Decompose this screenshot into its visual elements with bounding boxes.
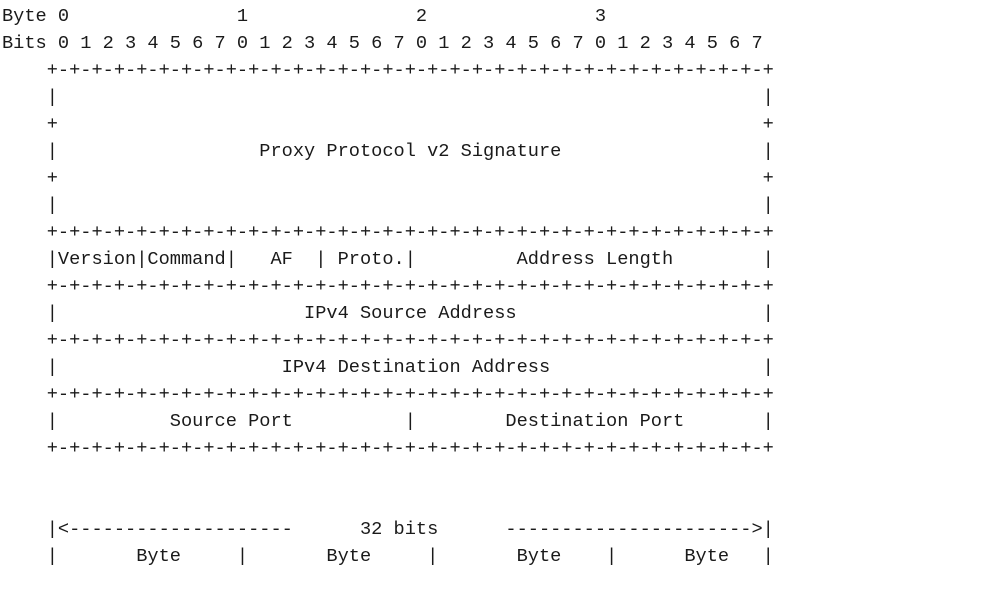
destination-address-field: | IPv4 Destination Address | xyxy=(2,356,774,378)
spacer-row-1 xyxy=(2,462,774,489)
width-legend-row: |<-------------------- 32 bits ---------… xyxy=(2,518,774,540)
signature-field: | Proxy Protocol v2 Signature | xyxy=(2,140,774,162)
source-address-field: | IPv4 Source Address | xyxy=(2,302,774,324)
signature-row-plus-2: + + xyxy=(2,167,774,189)
border-after-source-address: +-+-+-+-+-+-+-+-+-+-+-+-+-+-+-+-+-+-+-+-… xyxy=(2,329,774,351)
border-after-header-fields: +-+-+-+-+-+-+-+-+-+-+-+-+-+-+-+-+-+-+-+-… xyxy=(2,275,774,297)
header-fields-row: |Version|Command| AF | Proto.| Address L… xyxy=(2,248,774,270)
byte-index-row: Byte 0 1 2 3 xyxy=(2,5,607,27)
packet-header-diagram: Byte 0 1 2 3 Bits 0 1 2 3 4 5 6 7 0 1 2 3… xyxy=(2,3,774,570)
signature-row-blank-2: | | xyxy=(2,194,774,216)
spacer-row-2 xyxy=(2,489,774,516)
signature-row-plus-1: + + xyxy=(2,113,774,135)
byte-legend-row: | Byte | Byte | Byte | Byte | xyxy=(2,545,774,567)
bit-index-row: Bits 0 1 2 3 4 5 6 7 0 1 2 3 4 5 6 7 0 1… xyxy=(2,32,763,54)
border-after-destination-address: +-+-+-+-+-+-+-+-+-+-+-+-+-+-+-+-+-+-+-+-… xyxy=(2,383,774,405)
border-after-signature: +-+-+-+-+-+-+-+-+-+-+-+-+-+-+-+-+-+-+-+-… xyxy=(2,221,774,243)
ports-row: | Source Port | Destination Port | xyxy=(2,410,774,432)
border-bottom: +-+-+-+-+-+-+-+-+-+-+-+-+-+-+-+-+-+-+-+-… xyxy=(2,437,774,459)
signature-row-blank-1: | | xyxy=(2,86,774,108)
border-top: +-+-+-+-+-+-+-+-+-+-+-+-+-+-+-+-+-+-+-+-… xyxy=(2,59,774,81)
